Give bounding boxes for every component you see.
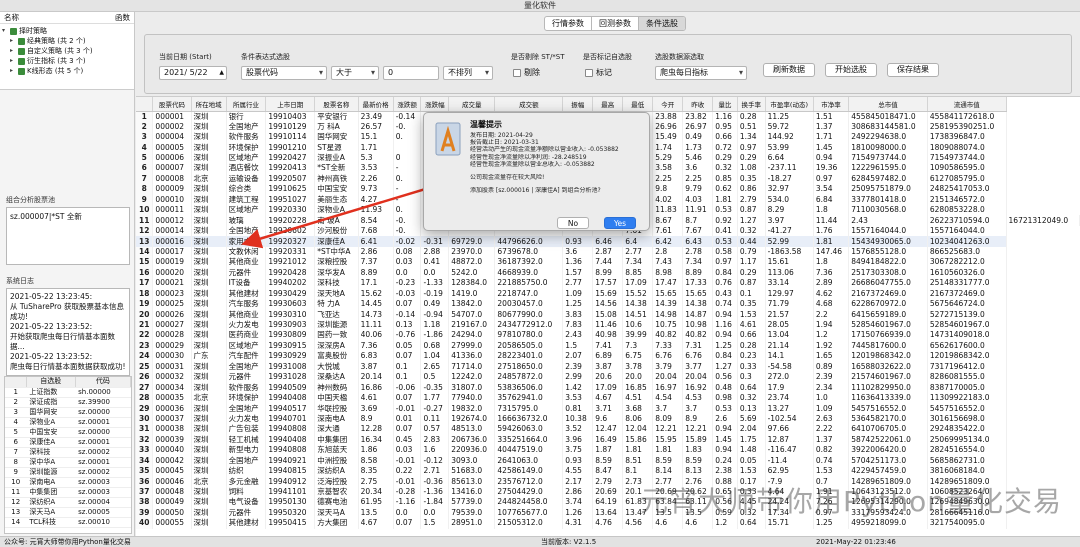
status-bar: 公众号: 元宵大师带你用Python量化交易 当前版本: V2.1.5 2021… xyxy=(0,536,1080,547)
dialog-line: 经营性现金净流量除以净利润: -28.248519 xyxy=(470,153,587,161)
dialog-line: 添加股票 [sz.000016 | 深康佳A] 到组合分析池? xyxy=(470,187,601,195)
dialog-line: 报告截止日: 2021-03-31 xyxy=(470,139,539,147)
watermark-text: 元宵大师带你用Python量化交易 xyxy=(640,485,1063,518)
app-icon xyxy=(435,122,461,156)
status-left: 公众号: 元宵大师带你用Python量化交易 xyxy=(4,538,131,546)
dialog-line: 发布日期: 2021-04-29 xyxy=(470,132,533,139)
dialog-line: 经营性现金净流量除以营业总收入: -0.053882 xyxy=(470,160,595,168)
yes-button[interactable]: Yes xyxy=(604,217,636,229)
annotation-arrow xyxy=(241,176,463,249)
status-time: 2021-May-22 01:23:46 xyxy=(816,538,896,546)
confirm-dialog: 温馨提示 发布日期: 2021-04-29 报告截止日: 2021-03-31 … xyxy=(423,112,650,231)
dialog-line: 经营活动产生的现金流量净额除以营业收入: -0.053882 xyxy=(470,146,619,154)
dialog-message: 发布日期: 2021-04-29 报告截止日: 2021-03-31 经营活动产… xyxy=(470,132,645,194)
no-button[interactable]: No xyxy=(557,217,589,229)
status-version: 当前版本: V2.1.5 xyxy=(541,538,597,546)
dialog-line: 公司现金流量存在较大风险! xyxy=(470,174,545,182)
dialog-title: 温馨提示 xyxy=(470,120,502,129)
